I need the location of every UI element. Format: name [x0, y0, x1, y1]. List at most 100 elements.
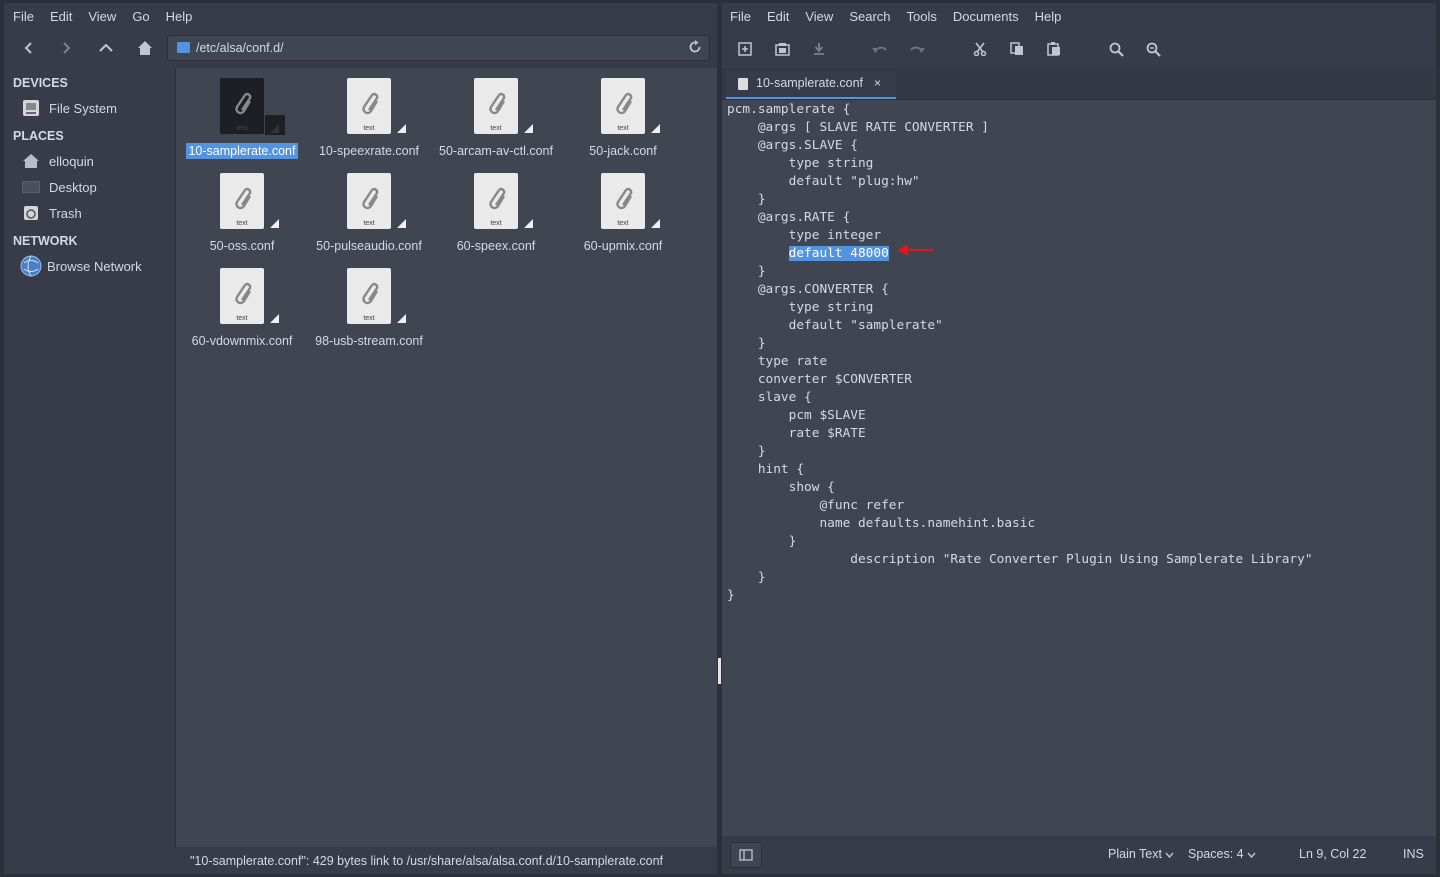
parent-folder-button[interactable]	[95, 37, 117, 59]
fm-menu-file[interactable]: File	[4, 9, 42, 24]
side-panel-toggle[interactable]	[730, 842, 762, 868]
paperclip-icon	[616, 187, 633, 210]
desktop-icon	[22, 181, 40, 193]
sidebar-item-label: File System	[49, 100, 117, 116]
file-item[interactable]: text 60-speex.conf	[436, 163, 556, 253]
ed-menu-help[interactable]: Help	[1027, 9, 1070, 24]
find-replace-button[interactable]	[1142, 38, 1164, 60]
editor-toolbar	[722, 30, 1436, 68]
ed-menu-edit[interactable]: Edit	[759, 9, 797, 24]
spaces-label: Spaces: 4	[1188, 847, 1244, 861]
code-selection: default 48000	[788, 246, 889, 261]
sidebar-item-label: Browse Network	[47, 258, 142, 274]
file-item[interactable]: text 10-speexrate.conf	[309, 68, 429, 158]
file-type-label: text	[363, 220, 375, 227]
fm-menu-view[interactable]: View	[80, 9, 124, 24]
symlink-arrow-icon	[651, 219, 660, 228]
file-icon-view[interactable]: text 10-samplerate.conf text 10-speexrat…	[175, 68, 717, 847]
ed-menu-documents[interactable]: Documents	[945, 9, 1027, 24]
sidebar-item-file-system[interactable]: File System	[22, 97, 117, 119]
code-editor[interactable]: pcm.samplerate { @args [ SLAVE RATE CONV…	[722, 100, 1436, 836]
file-item[interactable]: text 50-jack.conf	[563, 68, 683, 158]
save-button[interactable]	[808, 38, 830, 60]
fm-menu-help[interactable]: Help	[158, 9, 201, 24]
paperclip-icon	[235, 92, 252, 115]
document-tab[interactable]: 10-samplerate.conf ×	[726, 70, 896, 99]
text-file-icon: text	[347, 173, 391, 229]
file-item[interactable]: text 98-usb-stream.conf	[309, 258, 429, 348]
sidebar-item-trash[interactable]: Trash	[22, 202, 82, 224]
redo-button[interactable]	[906, 38, 928, 60]
editor-tabbar: 10-samplerate.conf ×	[722, 68, 1436, 100]
language-selector[interactable]: Plain Text	[1108, 847, 1174, 861]
paperclip-icon	[616, 92, 633, 115]
sidebar-item-label: Desktop	[49, 179, 97, 195]
symlink-arrow-icon	[270, 124, 279, 133]
sidebar-item-label: Trash	[49, 205, 82, 221]
paste-button[interactable]	[1043, 38, 1065, 60]
copy-button[interactable]	[1006, 38, 1028, 60]
sidebar-item-desktop[interactable]: Desktop	[22, 176, 97, 198]
location-bar[interactable]: /etc/alsa/conf.d/	[167, 35, 710, 61]
reload-icon[interactable]	[687, 39, 703, 55]
fm-menu-go[interactable]: Go	[124, 9, 157, 24]
paperclip-icon	[489, 92, 506, 115]
text-file-icon: text	[347, 78, 391, 134]
search-replace-icon	[1146, 42, 1161, 57]
back-button[interactable]	[18, 37, 40, 59]
paperclip-icon	[362, 92, 379, 115]
symlink-arrow-icon	[524, 219, 533, 228]
file-name: 98-usb-stream.conf	[315, 334, 423, 348]
mouse-cursor	[718, 658, 721, 684]
fm-menubar: File Edit View Go Help	[4, 3, 717, 30]
chevron-down-icon	[1165, 852, 1174, 859]
file-name: 10-speexrate.conf	[318, 144, 420, 158]
file-item[interactable]: text 10-samplerate.conf	[182, 68, 302, 159]
fm-menu-edit[interactable]: Edit	[42, 9, 80, 24]
symlink-arrow-icon	[524, 124, 533, 133]
symlink-arrow-icon	[397, 124, 406, 133]
ed-menu-search[interactable]: Search	[841, 9, 898, 24]
trash-icon	[24, 206, 38, 220]
symlink-arrow-icon	[397, 314, 406, 323]
ed-menu-tools[interactable]: Tools	[899, 9, 945, 24]
forward-arrow-icon	[63, 42, 71, 54]
symlink-arrow-icon	[270, 314, 279, 323]
open-button[interactable]	[771, 38, 793, 60]
ed-menu-file[interactable]: File	[722, 9, 759, 24]
file-item[interactable]: text 50-oss.conf	[182, 163, 302, 253]
home-button[interactable]	[134, 37, 156, 59]
location-path: /etc/alsa/conf.d/	[196, 41, 284, 55]
sidebar-item-browse-network[interactable]: Browse Network	[20, 255, 142, 277]
file-item[interactable]: text 50-arcam-av-ctl.conf	[436, 68, 556, 158]
find-button[interactable]	[1105, 38, 1127, 60]
cut-button[interactable]	[969, 38, 991, 60]
paste-icon	[1047, 42, 1060, 56]
ed-menu-view[interactable]: View	[797, 9, 841, 24]
cursor-position: Ln 9, Col 22	[1299, 847, 1367, 861]
file-item[interactable]: text 60-upmix.conf	[563, 163, 683, 253]
indent-selector[interactable]: Spaces: 4	[1188, 847, 1256, 861]
text-file-icon: text	[601, 173, 645, 229]
file-type-label: text	[617, 220, 629, 227]
file-type-label: text	[236, 220, 248, 227]
file-item[interactable]: text 50-pulseaudio.conf	[309, 163, 429, 253]
places-sidebar: DEVICES File System PLACES elloquin Desk…	[4, 68, 175, 874]
insert-mode: INS	[1403, 847, 1424, 861]
fm-statusbar: "10-samplerate.conf": 429 bytes link to …	[175, 847, 717, 874]
new-document-button[interactable]	[734, 38, 756, 60]
file-name: 60-vdownmix.conf	[191, 334, 293, 348]
file-item[interactable]: text 60-vdownmix.conf	[182, 258, 302, 348]
close-icon[interactable]: ×	[874, 76, 881, 90]
forward-button[interactable]	[55, 37, 77, 59]
home-icon	[138, 41, 152, 55]
devices-header: DEVICES	[13, 76, 68, 90]
paperclip-icon	[235, 187, 252, 210]
undo-button[interactable]	[869, 38, 891, 60]
text-file-icon: text	[601, 78, 645, 134]
text-file-icon: text	[220, 268, 264, 324]
open-icon	[774, 43, 790, 56]
file-type-label: text	[490, 125, 502, 132]
sidebar-item-home[interactable]: elloquin	[22, 150, 94, 172]
file-name: 60-speex.conf	[456, 239, 536, 253]
